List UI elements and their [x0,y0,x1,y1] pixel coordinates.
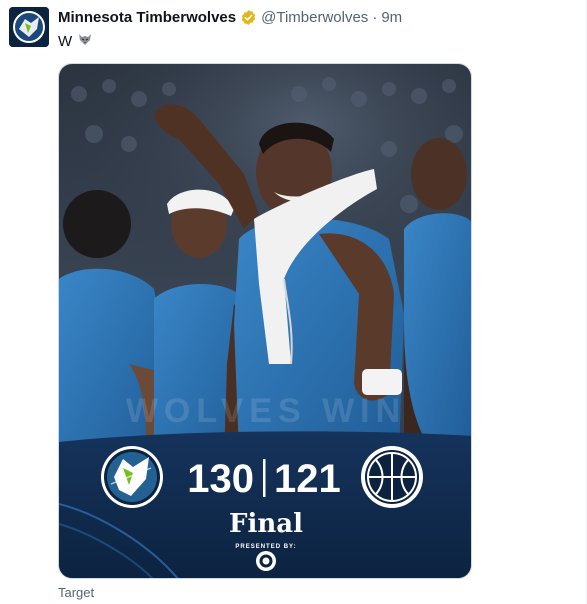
author-name[interactable]: Minnesota Timberwolves [58,9,236,26]
media-caption: Target [58,585,95,600]
home-score: 130 [187,457,254,501]
author-handle[interactable]: @Timberwolves [261,9,368,26]
wolf-icon [77,31,93,51]
timberwolves-avatar-logo [9,7,49,47]
media-image[interactable]: WOLVES WIN 130 121 Final PRESENTED BY: [58,63,472,579]
timestamp[interactable]: 9m [381,9,402,26]
watermark: WOLVES WIN [126,392,406,430]
away-score: 121 [274,457,341,501]
game-result-graphic: WOLVES WIN 130 121 Final PRESENTED BY: [59,64,471,578]
score-divider [263,459,266,497]
tweet-text-content: W [58,32,73,50]
tweet-header: Minnesota Timberwolves @Timberwolves · 9… [58,9,402,26]
timberwolves-logo [101,446,163,508]
game-status: Final [229,509,303,539]
target-logo [256,551,276,571]
separator: · [372,9,378,26]
wizards-logo [361,446,423,508]
tweet: Minnesota Timberwolves @Timberwolves · 9… [0,0,587,604]
player-right [404,138,471,454]
avatar[interactable] [9,7,49,47]
sponsor-label: PRESENTED BY: [235,544,296,550]
verified-badge-icon[interactable] [240,9,257,26]
tweet-text: W [58,31,93,51]
